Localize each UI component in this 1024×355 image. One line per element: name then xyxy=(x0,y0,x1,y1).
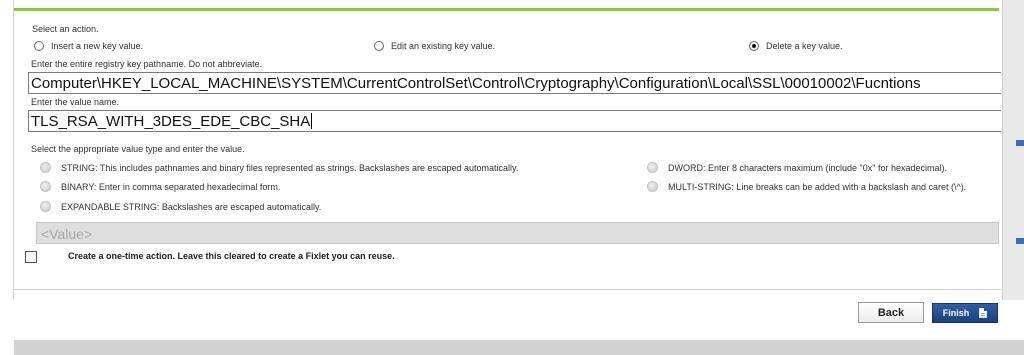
radio-label: Insert a new key value. xyxy=(51,41,144,51)
value-name-label: Enter the value name. xyxy=(31,97,120,107)
right-scroll-edge xyxy=(1002,0,1024,300)
radio-type-string[interactable]: STRING: This includes pathnames and bina… xyxy=(40,162,518,173)
radio-label: Edit an existing key value. xyxy=(391,41,496,51)
radio-delete-key-value[interactable]: Delete a key value. xyxy=(749,41,843,51)
back-button[interactable]: Back xyxy=(858,302,924,323)
finish-button[interactable]: Finish xyxy=(932,303,998,323)
finish-label: Finish xyxy=(942,308,970,318)
radio-label: BINARY: Enter in comma separated hexadec… xyxy=(61,181,281,192)
radio-button[interactable] xyxy=(374,41,384,51)
radio-type-dword[interactable]: DWORD: Enter 8 characters maximum (inclu… xyxy=(647,162,947,173)
left-panel-edge xyxy=(0,0,14,300)
radio-label: EXPANDABLE STRING: Backslashes are escap… xyxy=(61,201,322,212)
bottom-strip xyxy=(14,340,1024,355)
radio-button[interactable] xyxy=(647,181,658,192)
one-time-checkbox[interactable] xyxy=(25,251,37,263)
radio-button[interactable] xyxy=(647,162,658,173)
registry-path-value: Computer\HKEY_LOCAL_MACHINE\SYSTEM\Curre… xyxy=(31,75,921,92)
radio-label: MULTI-STRING: Line breaks can be added w… xyxy=(668,181,967,192)
document-icon xyxy=(979,308,988,318)
action-prompt: Select an action. xyxy=(32,24,99,34)
right-edge-marker xyxy=(1016,238,1024,244)
value-placeholder: <Value> xyxy=(41,226,93,242)
registry-path-input[interactable]: Computer\HKEY_LOCAL_MACHINE\SYSTEM\Curre… xyxy=(28,72,1001,94)
text-cursor xyxy=(311,113,313,129)
radio-insert-key-value[interactable]: Insert a new key value. xyxy=(34,41,143,51)
radio-button[interactable] xyxy=(40,162,51,173)
radio-type-expandable-string[interactable]: EXPANDABLE STRING: Backslashes are escap… xyxy=(40,201,321,212)
value-type-label: Select the appropriate value type and en… xyxy=(31,144,245,154)
value-name-input[interactable]: TLS_RSA_WITH_3DES_EDE_CBC_SHA xyxy=(28,110,1001,132)
radio-type-multi-string[interactable]: MULTI-STRING: Line breaks can be added w… xyxy=(647,181,966,192)
radio-button-selected[interactable] xyxy=(749,41,759,51)
radio-edit-key-value[interactable]: Edit an existing key value. xyxy=(374,41,495,51)
one-time-label: Create a one-time action. Leave this cle… xyxy=(68,251,395,261)
accent-bar xyxy=(14,8,999,11)
radio-label: DWORD: Enter 8 characters maximum (inclu… xyxy=(668,162,947,173)
radio-type-binary[interactable]: BINARY: Enter in comma separated hexadec… xyxy=(40,181,280,192)
radio-button[interactable] xyxy=(40,201,51,212)
radio-button[interactable] xyxy=(40,181,51,192)
radio-label: STRING: This includes pathnames and bina… xyxy=(61,162,519,173)
footer-divider xyxy=(14,289,1001,290)
radio-label: Delete a key value. xyxy=(766,41,843,51)
registry-path-label: Enter the entire registry key pathname. … xyxy=(31,59,263,69)
radio-button[interactable] xyxy=(34,41,44,51)
value-name-value: TLS_RSA_WITH_3DES_EDE_CBC_SHA xyxy=(31,113,311,130)
value-input[interactable]: <Value> xyxy=(36,222,999,244)
right-edge-marker xyxy=(1016,140,1024,146)
